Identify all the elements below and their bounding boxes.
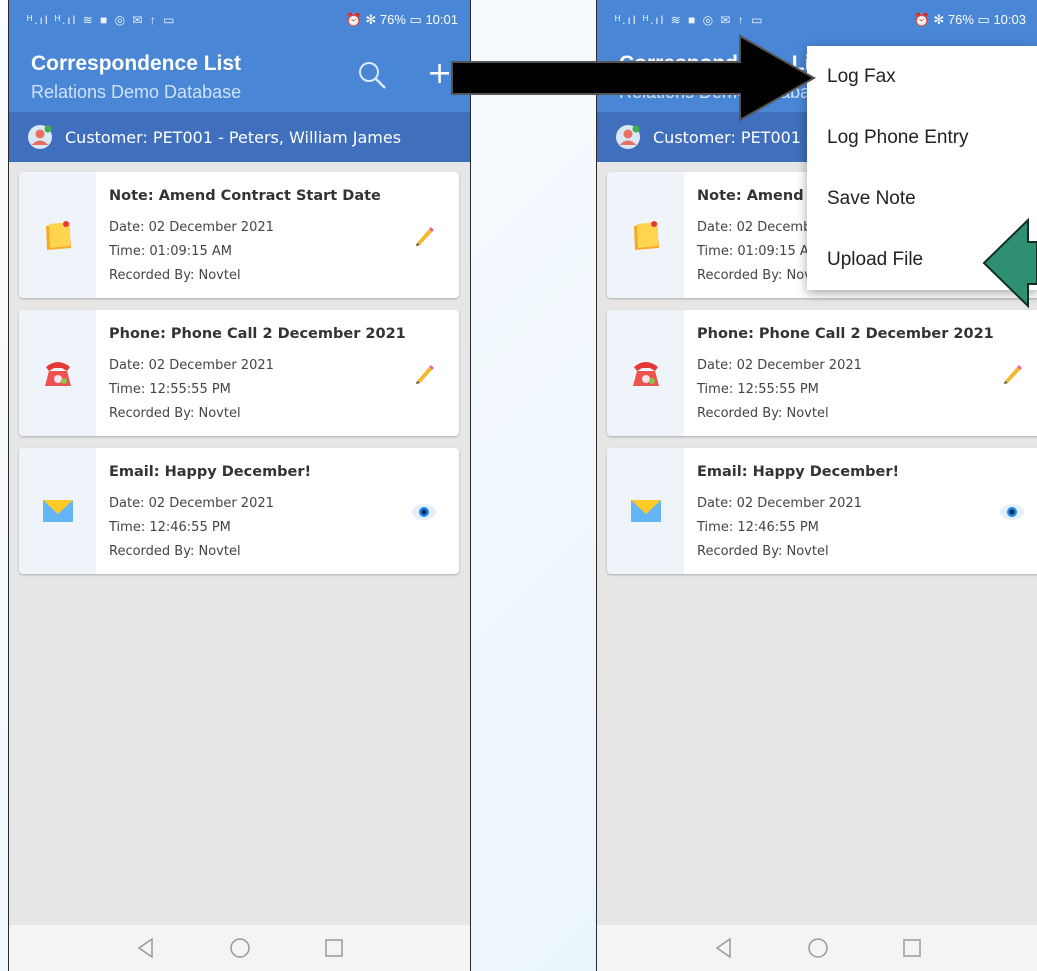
item-date: Date: 02 December 2021 bbox=[697, 358, 862, 373]
list-item[interactable]: Note: Amend Contract Start Date Date: 02… bbox=[19, 172, 459, 298]
icon-cell bbox=[19, 310, 96, 436]
icon-cell bbox=[19, 172, 96, 298]
item-title: Phone: Phone Call 2 December 2021 bbox=[109, 326, 406, 342]
list-item[interactable]: Phone: Phone Call 2 December 2021 Date: … bbox=[19, 310, 459, 436]
eye-icon[interactable] bbox=[411, 499, 437, 525]
item-time: Time: 12:55:55 PM bbox=[109, 382, 231, 397]
item-title: Note: Amend Contract Start Date bbox=[109, 188, 381, 204]
sticky-note-icon bbox=[633, 221, 659, 250]
recents-square-icon[interactable] bbox=[900, 936, 924, 960]
menu-item-log-phone-entry[interactable]: Log Phone Entry bbox=[807, 107, 1037, 168]
green-arrow-icon bbox=[982, 217, 1037, 309]
customer-bar: Customer: PET001 - Peters, William James bbox=[9, 112, 470, 162]
sticky-note-icon bbox=[45, 221, 71, 250]
item-time: Time: 01:09:15 AM bbox=[109, 244, 232, 259]
customer-label: Customer: PET001 - Peters, William James bbox=[65, 127, 402, 147]
search-icon[interactable] bbox=[355, 58, 389, 92]
black-arrow-icon bbox=[451, 34, 817, 122]
home-circle-icon[interactable] bbox=[228, 936, 252, 960]
correspondence-list: Note: Amend Contract Start Date Date: 02… bbox=[19, 172, 459, 586]
list-item[interactable]: Email: Happy December! Date: 02 December… bbox=[607, 448, 1037, 574]
status-icons: ᴴ.ıl ᴴ.ıl ≋ ■ ◎ ✉ ↑ ▭ bbox=[27, 13, 177, 27]
pencil-icon[interactable] bbox=[411, 223, 437, 249]
eye-icon[interactable] bbox=[999, 499, 1025, 525]
item-recorded-by: Recorded By: Novtel bbox=[109, 406, 241, 421]
user-avatar-icon bbox=[28, 125, 52, 149]
item-date: Date: 02 December 2021 bbox=[109, 358, 274, 373]
app-bar: Correspondence List Relations Demo Datab… bbox=[9, 40, 470, 112]
item-date: Date: 02 December 2021 bbox=[109, 496, 274, 511]
item-recorded-by: Recorded By: Novtel bbox=[697, 544, 829, 559]
icon-cell bbox=[607, 448, 684, 574]
phone-screen-before: ᴴ.ıl ᴴ.ıl ≋ ■ ◎ ✉ ↑ ▭ ⏰ ✻ 76% ▭ 10:01 Co… bbox=[8, 0, 471, 971]
telephone-icon bbox=[632, 362, 659, 386]
item-time: Time: 12:46:55 PM bbox=[697, 520, 819, 535]
status-time: ⏰ ✻ 76% ▭ 10:01 bbox=[345, 12, 458, 27]
list-item[interactable]: Phone: Phone Call 2 December 2021 Date: … bbox=[607, 310, 1037, 436]
item-title: Email: Happy December! bbox=[697, 464, 900, 480]
envelope-icon bbox=[42, 500, 73, 522]
pencil-icon[interactable] bbox=[411, 361, 437, 387]
pencil-icon[interactable] bbox=[999, 361, 1025, 387]
item-time: Time: 12:46:55 PM bbox=[109, 520, 231, 535]
system-nav-bar bbox=[597, 925, 1037, 971]
home-circle-icon[interactable] bbox=[806, 936, 830, 960]
phone-screen-after: ᴴ.ıl ᴴ.ıl ≋ ■ ◎ ✉ ↑ ▭ ⏰ ✻ 76% ▭ 10:03 Co… bbox=[596, 0, 1037, 971]
envelope-icon bbox=[630, 500, 661, 522]
icon-cell bbox=[607, 310, 684, 436]
item-date: Date: 02 December 2021 bbox=[697, 496, 862, 511]
icon-cell bbox=[19, 448, 96, 574]
icon-cell bbox=[607, 172, 684, 298]
item-date: Date: 02 December 2021 bbox=[109, 220, 274, 235]
system-nav-bar bbox=[9, 925, 470, 971]
item-recorded-by: Recorded By: Novtel bbox=[109, 544, 241, 559]
page-subtitle: Relations Demo Database bbox=[31, 82, 242, 102]
item-time: Time: 01:09:15 AM bbox=[697, 244, 820, 259]
recents-square-icon[interactable] bbox=[322, 936, 346, 960]
item-title: Email: Happy December! bbox=[109, 464, 312, 480]
item-time: Time: 12:55:55 PM bbox=[697, 382, 819, 397]
menu-item-log-fax[interactable]: Log Fax bbox=[807, 46, 1037, 107]
page-title: Correspondence List bbox=[31, 52, 242, 75]
status-bar: ᴴ.ıl ᴴ.ıl ≋ ■ ◎ ✉ ↑ ▭ ⏰ ✻ 76% ▭ 10:01 bbox=[9, 0, 470, 40]
telephone-icon bbox=[44, 362, 71, 386]
item-recorded-by: Recorded By: Novtel bbox=[109, 268, 241, 283]
status-time: ⏰ ✻ 76% ▭ 10:03 bbox=[913, 12, 1026, 27]
item-recorded-by: Recorded By: Novtel bbox=[697, 406, 829, 421]
list-item[interactable]: Email: Happy December! Date: 02 December… bbox=[19, 448, 459, 574]
item-title: Phone: Phone Call 2 December 2021 bbox=[697, 326, 994, 342]
back-triangle-icon[interactable] bbox=[134, 936, 158, 960]
status-icons: ᴴ.ıl ᴴ.ıl ≋ ■ ◎ ✉ ↑ ▭ bbox=[615, 13, 765, 27]
back-triangle-icon[interactable] bbox=[712, 936, 736, 960]
